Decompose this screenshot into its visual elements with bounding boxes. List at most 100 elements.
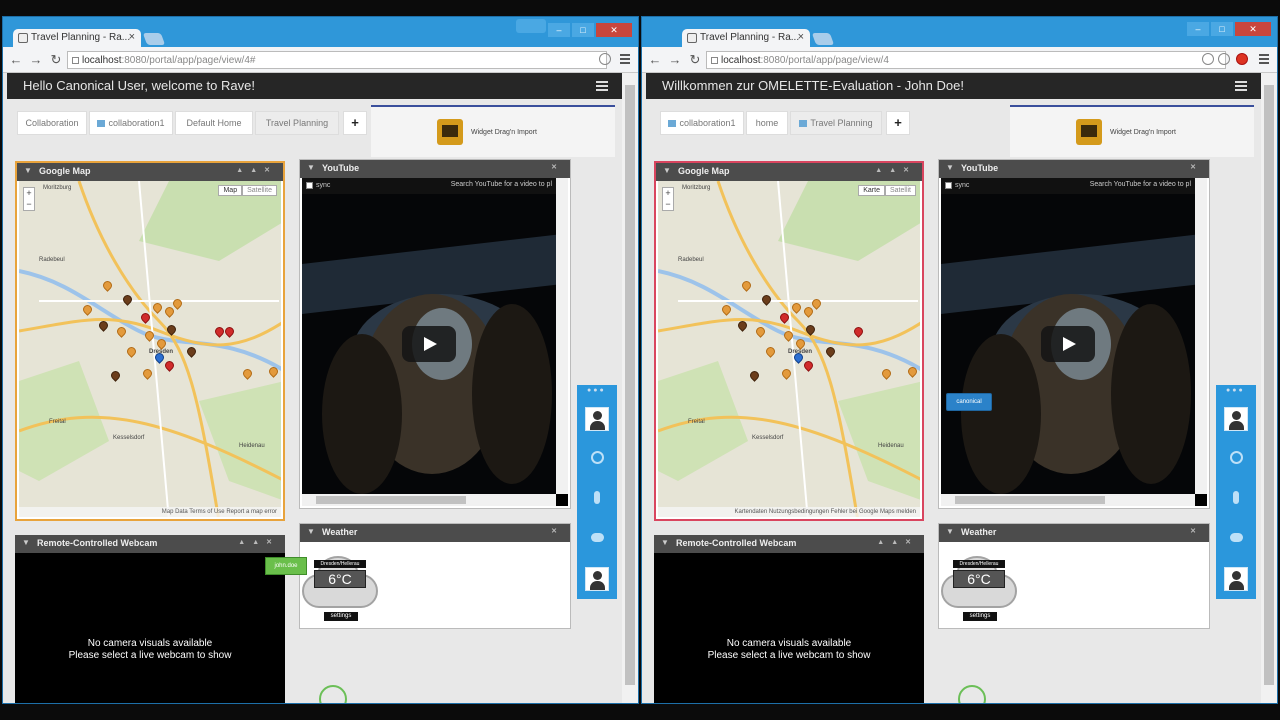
scrollbar[interactable] (302, 494, 556, 506)
zoom-out-button[interactable]: − (24, 199, 34, 210)
profile-icon[interactable] (516, 19, 546, 33)
back-icon[interactable]: ← (9, 52, 23, 67)
satellite-button[interactable]: Satellite (242, 185, 277, 196)
collapse-chevron-icon[interactable]: ▼ (307, 527, 315, 536)
widget-controls-icon[interactable]: ✕ (551, 527, 564, 535)
adblock-icon[interactable] (1236, 53, 1248, 65)
close-window-icon[interactable]: ✕ (1235, 22, 1271, 36)
tab-travel-planning[interactable]: Travel Planning (790, 111, 882, 135)
loading-indicator-icon (319, 685, 347, 703)
map-button[interactable]: Karte (858, 185, 885, 196)
hamburger-menu-icon[interactable] (596, 81, 608, 91)
zoom-in-button[interactable]: + (24, 188, 34, 199)
youtube-search-input[interactable]: Search YouTube for a video to pl (1090, 181, 1191, 188)
widget-controls-icon[interactable]: ▲▲✕ (875, 166, 916, 174)
collapse-chevron-icon[interactable]: ▼ (22, 538, 30, 547)
widget-controls-icon[interactable]: ▲▲✕ (238, 538, 279, 546)
tab-travel-planning[interactable]: Travel Planning (255, 111, 339, 135)
add-user-icon[interactable] (1230, 451, 1243, 464)
hamburger-menu-icon[interactable] (1235, 81, 1247, 91)
extension-icon[interactable] (599, 53, 611, 65)
menu-icon[interactable] (1259, 54, 1269, 64)
tab-default-home[interactable]: Default Home (175, 111, 253, 135)
tab-collaboration1[interactable]: collaboration1 (660, 111, 744, 135)
collapse-chevron-icon[interactable]: ▼ (663, 166, 671, 175)
video-frame[interactable] (302, 194, 556, 494)
scrollbar[interactable] (941, 494, 1195, 506)
collapse-chevron-icon[interactable]: ▼ (24, 166, 32, 175)
reload-icon[interactable]: ↻ (49, 52, 63, 68)
widget-controls-icon[interactable]: ✕ (1190, 527, 1203, 535)
maximize-icon[interactable]: □ (572, 23, 594, 37)
widget-controls-icon[interactable]: ✕ (551, 163, 564, 171)
forward-icon[interactable]: → (668, 52, 682, 67)
map-zoom-control[interactable]: + − (23, 187, 35, 211)
new-tab-button[interactable] (811, 33, 835, 45)
play-icon[interactable] (402, 326, 456, 362)
map-button[interactable]: Map (218, 185, 243, 196)
microphone-icon[interactable] (594, 491, 600, 504)
reload-icon[interactable]: ↻ (688, 52, 702, 68)
widget-drag-import[interactable]: Widget Drag'n Import (371, 105, 615, 157)
close-tab-icon[interactable]: × (129, 31, 135, 43)
weather-settings-button[interactable]: settings (963, 612, 997, 621)
extension-icon[interactable] (1218, 53, 1230, 65)
collapse-chevron-icon[interactable]: ▼ (307, 163, 315, 172)
play-icon[interactable] (1041, 326, 1095, 362)
new-tab-button[interactable] (142, 33, 166, 45)
microphone-icon[interactable] (1233, 491, 1239, 504)
sync-checkbox[interactable] (306, 182, 313, 189)
tab-collaboration[interactable]: Collaboration (17, 111, 87, 135)
maximize-icon[interactable]: □ (1211, 22, 1233, 36)
add-user-icon[interactable] (591, 451, 604, 464)
tab-collaboration1[interactable]: collaboration1 (89, 111, 173, 135)
chat-icon[interactable] (591, 533, 604, 542)
forward-icon[interactable]: → (29, 52, 43, 67)
back-icon[interactable]: ← (648, 52, 662, 67)
drag-handle-icon[interactable]: ●●● (587, 387, 606, 394)
tab-home[interactable]: home (746, 111, 788, 135)
minimize-icon[interactable]: – (1187, 22, 1209, 36)
satellite-button[interactable]: Satellit (884, 185, 916, 196)
collapse-chevron-icon[interactable]: ▼ (946, 163, 954, 172)
scrollbar[interactable] (556, 178, 568, 494)
url-input[interactable]: localhost:8080/portal/app/page/view/4 (706, 51, 1226, 69)
zoom-out-button[interactable]: − (663, 199, 673, 210)
widget-controls-icon[interactable]: ▲▲✕ (877, 538, 918, 546)
collapse-chevron-icon[interactable]: ▼ (661, 538, 669, 547)
collapse-chevron-icon[interactable]: ▼ (946, 527, 954, 536)
widget-controls-icon[interactable]: ✕ (1190, 163, 1203, 171)
avatar-icon[interactable] (1224, 407, 1248, 431)
map-canvas[interactable]: +− KarteSatellit Moritzburg Radebeul Dre… (658, 181, 920, 517)
avatar-icon[interactable] (585, 407, 609, 431)
map-type-control[interactable]: Karte Satellit (858, 185, 916, 196)
widget-controls-icon[interactable]: ▲▲✕ (236, 166, 277, 174)
url-input[interactable]: localhost:8080/portal/app/page/view/4# (67, 51, 607, 69)
extension-icon[interactable] (1202, 53, 1214, 65)
close-window-icon[interactable]: ✕ (596, 23, 632, 37)
close-tab-icon[interactable]: × (798, 31, 804, 43)
page-scrollbar[interactable] (1261, 73, 1277, 703)
drag-handle-icon[interactable]: ●●● (1226, 387, 1245, 394)
youtube-search-input[interactable]: Search YouTube for a video to pl (451, 181, 552, 188)
avatar-icon[interactable] (585, 567, 609, 591)
browser-tab[interactable]: Travel Planning - Ra... × (13, 29, 141, 47)
add-tab-button[interactable]: + (343, 111, 367, 135)
video-frame[interactable] (941, 194, 1195, 494)
weather-settings-button[interactable]: settings (324, 612, 358, 621)
browser-tab[interactable]: Travel Planning - Ra... × (682, 29, 810, 47)
avatar-icon[interactable] (1224, 567, 1248, 591)
widget-drag-import[interactable]: Widget Drag'n Import (1010, 105, 1254, 157)
menu-icon[interactable] (620, 54, 630, 64)
add-tab-button[interactable]: + (886, 111, 910, 135)
map-type-control[interactable]: Map Satellite (218, 185, 277, 196)
scrollbar[interactable] (1195, 178, 1207, 494)
chat-icon[interactable] (1230, 533, 1243, 542)
page-scrollbar[interactable] (622, 73, 638, 703)
map-canvas[interactable]: +− MapSatellite Moritzburg Radebeul Dres… (19, 181, 281, 517)
sync-checkbox[interactable] (945, 182, 952, 189)
zoom-in-button[interactable]: + (663, 188, 673, 199)
page-icon (72, 57, 79, 64)
minimize-icon[interactable]: – (548, 23, 570, 37)
map-zoom-control[interactable]: + − (662, 187, 674, 211)
